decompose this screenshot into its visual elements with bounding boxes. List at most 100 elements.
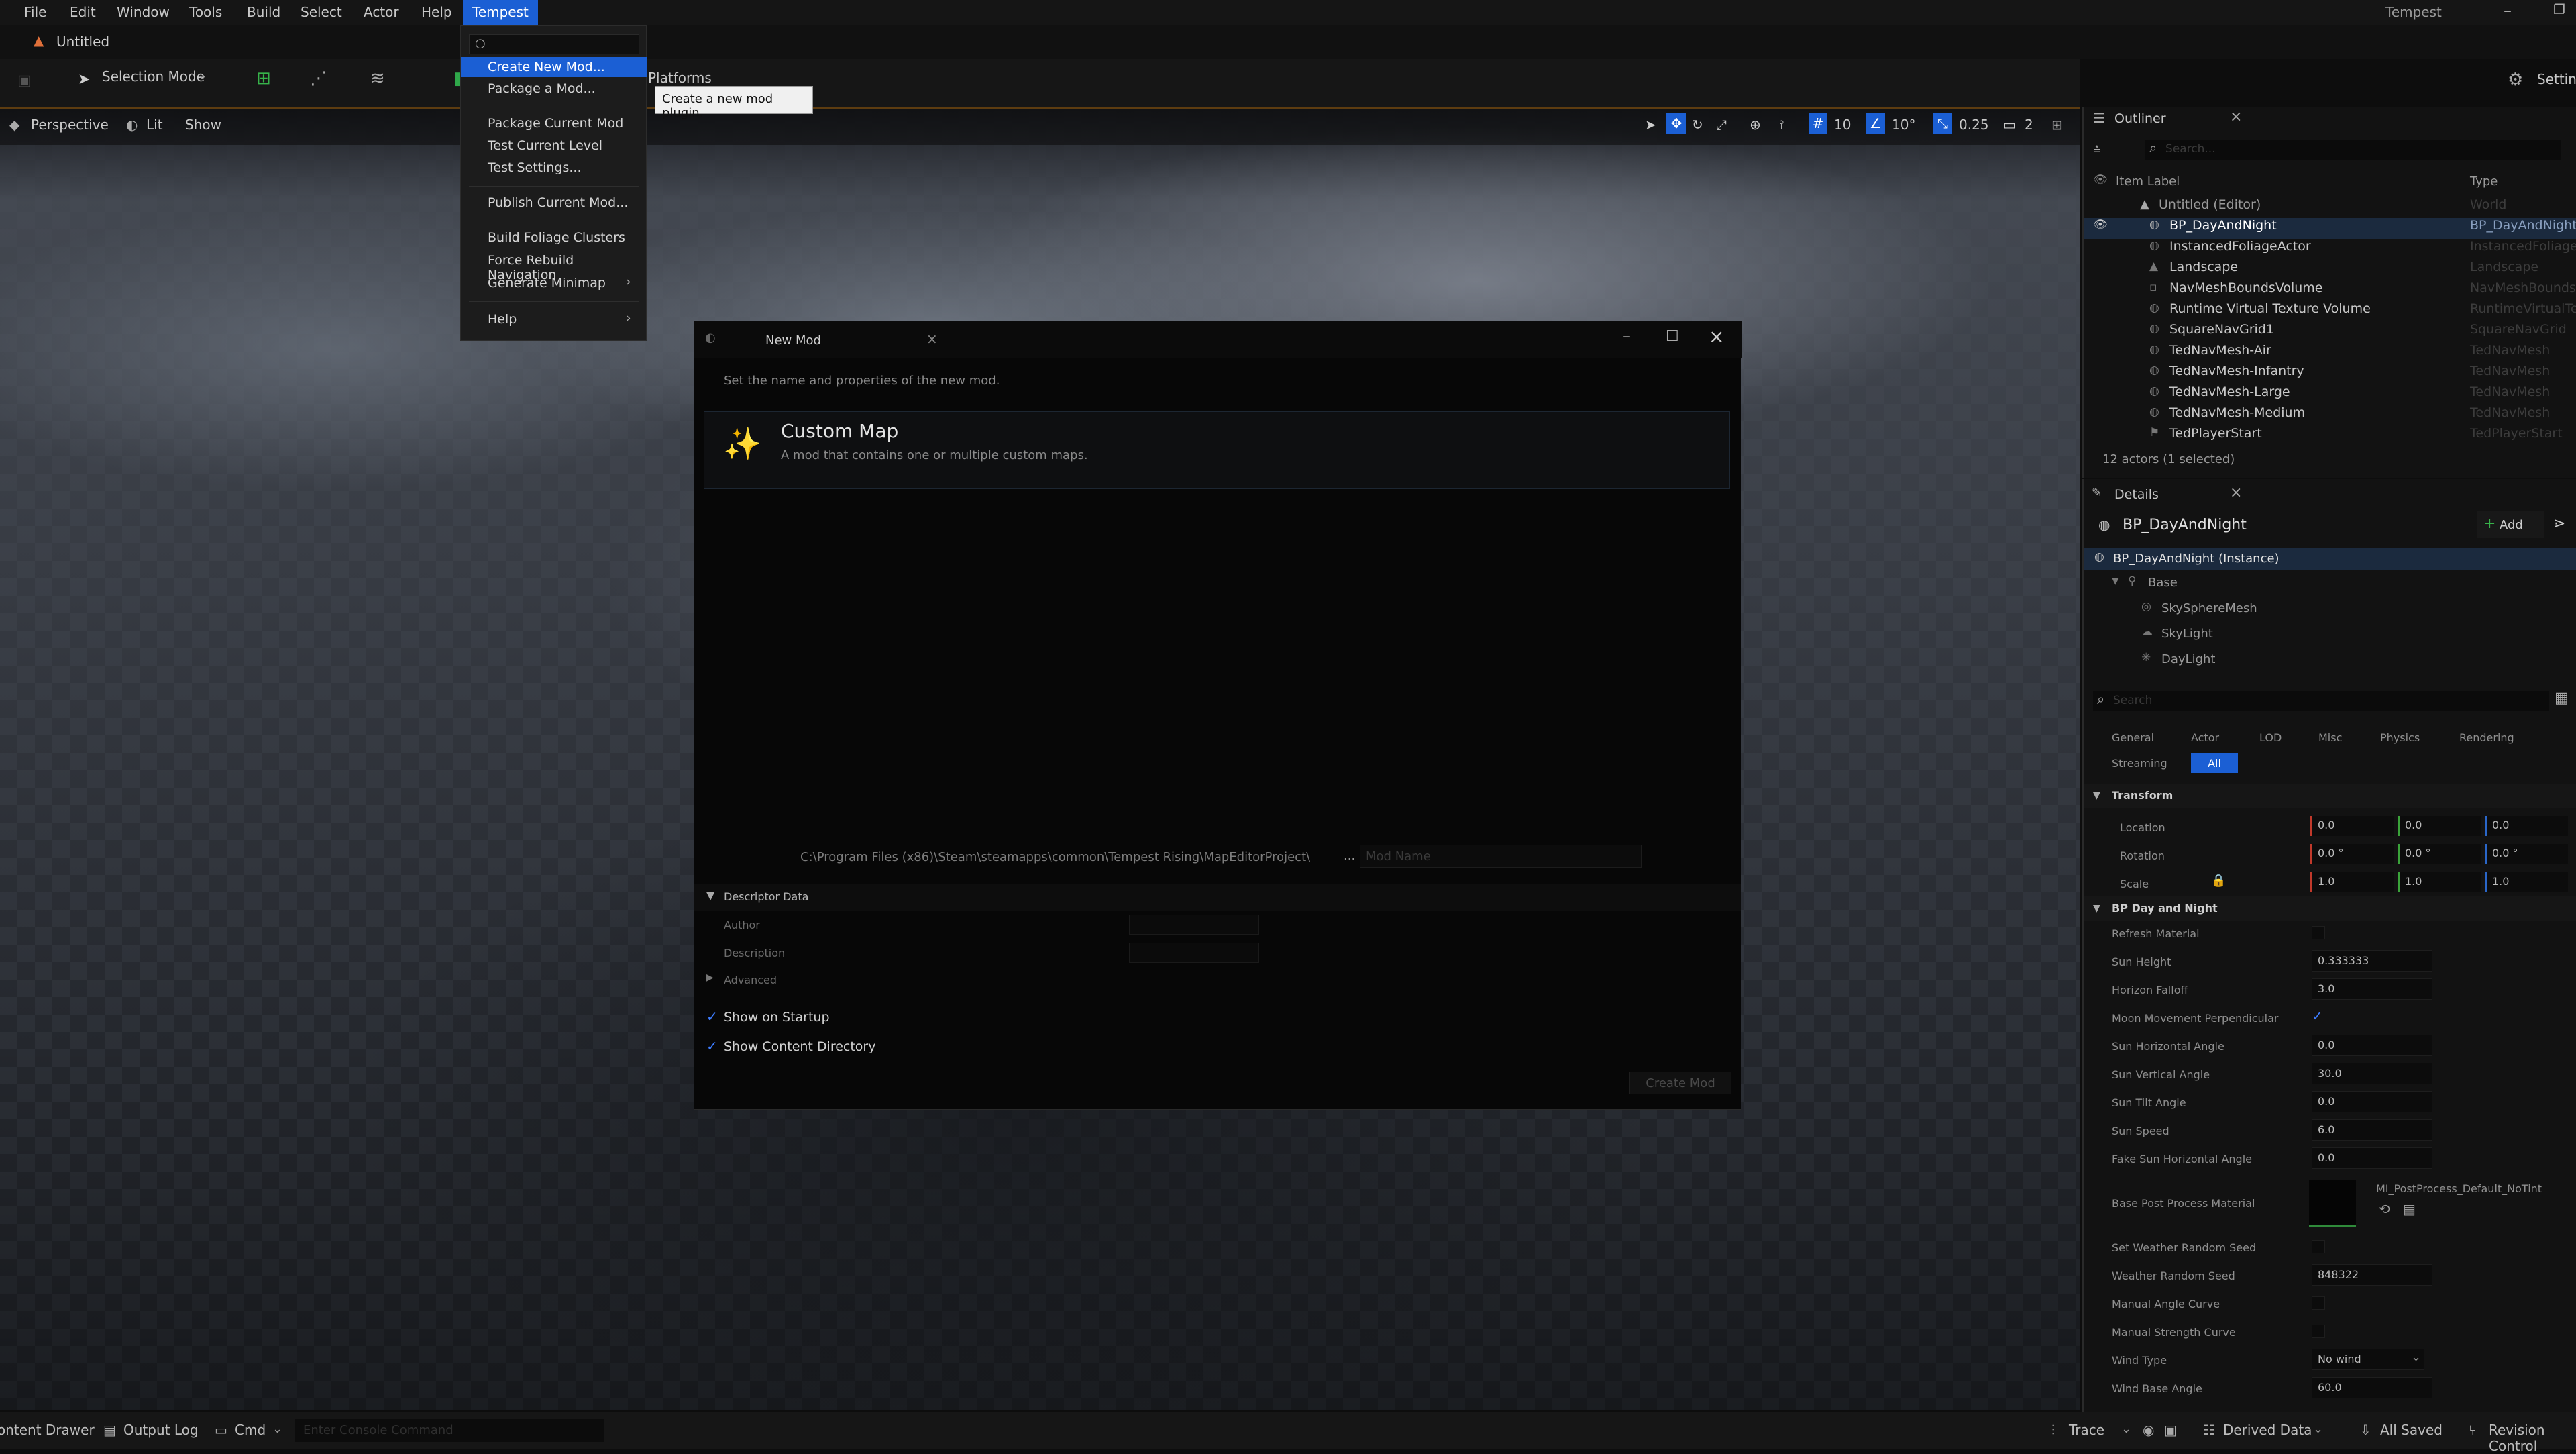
rotation-z-field[interactable]: 0.0 °: [2485, 844, 2568, 864]
refresh-material-checkbox[interactable]: [2312, 926, 2325, 939]
console-input[interactable]: Enter Console Command: [295, 1419, 604, 1442]
tab-close-icon[interactable]: ×: [926, 331, 938, 347]
bp-day-night-header[interactable]: ▼ BP Day and Night: [2084, 896, 2576, 921]
rotation-label[interactable]: Rotation: [2120, 849, 2165, 862]
location-label[interactable]: Location: [2120, 821, 2165, 834]
derived-data-button[interactable]: Derived Data: [2223, 1422, 2312, 1438]
use-selected-icon[interactable]: ⟲: [2379, 1201, 2390, 1217]
camera-speed-icon[interactable]: ▭: [2003, 117, 2016, 133]
rotation-snap-value[interactable]: 10°: [1892, 117, 1915, 133]
menu-help[interactable]: Help: [421, 0, 452, 25]
menu-item-test-current-level[interactable]: Test Current Level: [488, 138, 602, 153]
menu-window[interactable]: Window: [117, 0, 170, 25]
sun-speed-field[interactable]: 6.0: [2312, 1119, 2432, 1141]
blueprint-icon[interactable]: ⋰: [310, 68, 327, 89]
world-space-icon[interactable]: ⊕: [1750, 117, 1761, 133]
tab-actor[interactable]: Actor: [2191, 731, 2219, 744]
outliner-row[interactable]: ◍ TedNavMesh-Air TedNavMesh: [2084, 343, 2576, 364]
component-instance-row[interactable]: ◍ BP_DayAndNight (Instance): [2084, 548, 2576, 570]
author-input[interactable]: [1129, 915, 1259, 935]
menu-build[interactable]: Build: [247, 0, 280, 25]
outliner-row[interactable]: ◍ Runtime Virtual Texture Volume Runtime…: [2084, 301, 2576, 322]
select-tool-icon[interactable]: ➤: [1645, 117, 1656, 133]
restore-icon[interactable]: ❐: [2553, 1, 2565, 17]
menu-item-package-current-mod[interactable]: Package Current Mod: [488, 116, 623, 131]
outliner-row[interactable]: ◍ InstancedFoliageActor InstancedFoliage: [2084, 239, 2576, 260]
outliner-row[interactable]: ▲ Landscape Landscape: [2084, 260, 2576, 280]
screenshot-icon[interactable]: ▣: [2164, 1422, 2177, 1438]
rotation-snap-icon[interactable]: ∠: [1866, 113, 1885, 134]
sun-tilt-angle-field[interactable]: 0.0: [2312, 1091, 2432, 1112]
outliner-search-input[interactable]: ⌕ Search...: [2145, 140, 2561, 160]
outliner-tab[interactable]: Outliner: [2114, 111, 2166, 126]
cmd-dropdown[interactable]: Cmd: [235, 1422, 266, 1438]
cinematics-icon[interactable]: ≋: [370, 68, 385, 89]
menu-actor[interactable]: Actor: [364, 0, 399, 25]
wind-type-dropdown[interactable]: No wind: [2312, 1349, 2424, 1370]
menu-item-generate-minimap[interactable]: Generate Minimap: [488, 276, 606, 291]
settings-label[interactable]: Settings: [2537, 71, 2576, 87]
sun-vertical-angle-field[interactable]: 30.0: [2312, 1063, 2432, 1084]
trace-dropdown[interactable]: Trace: [2069, 1422, 2104, 1438]
menu-edit[interactable]: Edit: [70, 0, 96, 25]
location-y-field[interactable]: 0.0: [2398, 816, 2481, 836]
close-icon[interactable]: ×: [2230, 109, 2242, 125]
outliner-row[interactable]: ▫ NavMeshBoundsVolume NavMeshBoundsV: [2084, 280, 2576, 301]
sun-horizontal-angle-field[interactable]: 0.0: [2312, 1035, 2432, 1056]
scale-x-field[interactable]: 1.0: [2310, 872, 2394, 892]
component-base[interactable]: Base: [2148, 576, 2178, 590]
lock-icon[interactable]: 🔒: [2211, 874, 2226, 888]
tab-lod[interactable]: LOD: [2259, 731, 2282, 744]
location-z-field[interactable]: 0.0: [2485, 816, 2568, 836]
component-daylight[interactable]: DayLight: [2161, 652, 2215, 666]
wind-base-angle-field[interactable]: 60.0: [2312, 1377, 2432, 1398]
weather-seed-field[interactable]: 848322: [2312, 1264, 2432, 1286]
close-icon[interactable]: ×: [1709, 325, 1724, 348]
settings-gear-icon[interactable]: ⚙: [2508, 70, 2523, 90]
tab-physics[interactable]: Physics: [2380, 731, 2420, 744]
description-input[interactable]: [1129, 943, 1259, 963]
show-on-startup-checkbox[interactable]: ✓: [706, 1008, 718, 1025]
material-thumbnail[interactable]: [2309, 1180, 2356, 1227]
horizon-falloff-field[interactable]: 3.0: [2312, 978, 2432, 1000]
blueprint-options-icon[interactable]: ⋗: [2553, 515, 2565, 532]
outliner-row[interactable]: ◍ SquareNavGrid1 SquareNavGrid: [2084, 322, 2576, 343]
menu-item-create-new-mod[interactable]: Create New Mod...: [488, 60, 605, 74]
menu-item-build-foliage-clusters[interactable]: Build Foliage Clusters: [488, 230, 625, 245]
material-asset-picker[interactable]: MI_PostProcess_Default_NoTint: [2376, 1182, 2542, 1195]
location-x-field[interactable]: 0.0: [2310, 816, 2394, 836]
menu-item-help[interactable]: Help: [488, 312, 517, 327]
save-icon[interactable]: ▣: [17, 72, 32, 89]
show-button[interactable]: Show: [185, 117, 221, 133]
add-actor-icon[interactable]: ⊞: [256, 68, 271, 89]
browse-path-button[interactable]: ...: [1344, 849, 1355, 863]
menu-select[interactable]: Select: [301, 0, 342, 25]
menu-file[interactable]: File: [24, 0, 46, 25]
outliner-row[interactable]: ⚑ TedPlayerStart TedPlayerStart: [2084, 426, 2576, 447]
add-component-button[interactable]: + Add: [2477, 511, 2544, 538]
outliner-row[interactable]: ◍ TedNavMesh-Medium TedNavMesh: [2084, 405, 2576, 426]
transform-header[interactable]: ▼ Transform: [2084, 784, 2576, 808]
minimize-icon[interactable]: –: [1623, 327, 1631, 346]
outliner-row[interactable]: ▲ Untitled (Editor) World: [2084, 197, 2576, 218]
col-type[interactable]: Type: [2470, 174, 2498, 189]
browse-folder-icon[interactable]: ▤: [2403, 1201, 2416, 1217]
tab-rendering[interactable]: Rendering: [2459, 731, 2514, 744]
scale-tool-icon[interactable]: ⤢: [1716, 117, 1727, 133]
filter-icon[interactable]: ⩮: [2093, 141, 2101, 157]
record-icon[interactable]: ◉: [2143, 1422, 2154, 1438]
tab-misc[interactable]: Misc: [2318, 731, 2342, 744]
minimize-icon[interactable]: –: [2504, 1, 2512, 20]
property-matrix-icon[interactable]: ▦: [2555, 690, 2569, 707]
scale-snap-value[interactable]: 0.25: [1959, 117, 1989, 133]
close-icon[interactable]: ×: [2230, 484, 2242, 501]
grid-snap-value[interactable]: 10: [1834, 117, 1851, 133]
outliner-row[interactable]: ◍ TedNavMesh-Infantry TedNavMesh: [2084, 364, 2576, 384]
surface-snap-icon[interactable]: ⟟: [1779, 117, 1784, 133]
menu-item-package-a-mod[interactable]: Package a Mod...: [488, 81, 596, 96]
outliner-row[interactable]: 👁 ◍ BP_DayAndNight BP_DayAndNight_: [2084, 218, 2576, 239]
camera-speed-value[interactable]: 2: [2025, 117, 2033, 133]
show-content-directory-checkbox[interactable]: ✓: [706, 1038, 718, 1054]
maximize-icon[interactable]: ☐: [1666, 328, 1679, 345]
rotation-y-field[interactable]: 0.0 °: [2398, 844, 2481, 864]
